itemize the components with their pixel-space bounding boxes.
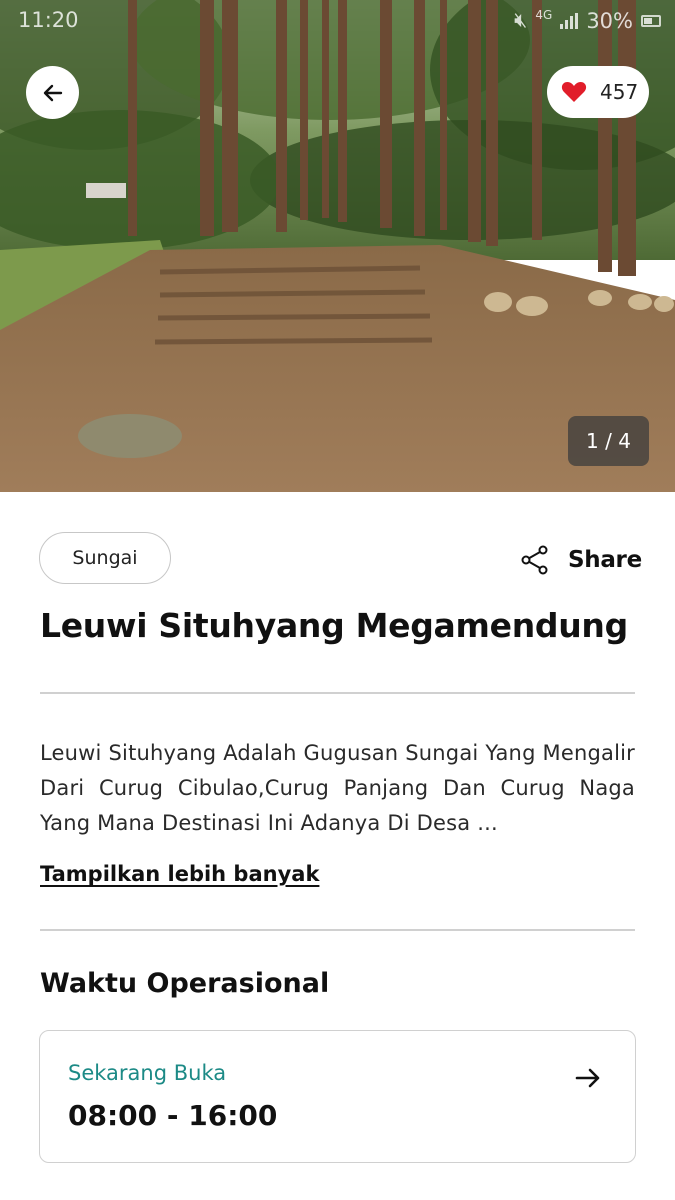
operational-hours-card[interactable]: Sekarang Buka 08:00 - 16:00 <box>39 1030 636 1163</box>
share-button[interactable]: Share <box>520 538 642 582</box>
battery-icon <box>641 14 661 27</box>
share-label: Share <box>568 547 642 573</box>
like-button[interactable]: 457 <box>547 66 649 118</box>
opening-hours: 08:00 - 16:00 <box>68 1099 278 1132</box>
photo-counter: 1 / 4 <box>568 416 649 466</box>
arrow-right-icon <box>571 1061 605 1095</box>
heart-icon <box>561 82 587 102</box>
status-bar: 11:20 🔇︎ 4G 30% <box>0 0 675 40</box>
place-title: Leuwi Situhyang Megamendung <box>40 606 628 645</box>
back-button[interactable] <box>26 66 79 119</box>
signal-icon <box>560 12 579 29</box>
place-description: Leuwi Situhyang Adalah Gugusan Sungai Ya… <box>40 741 635 835</box>
category-chip[interactable]: Sungai <box>39 532 171 584</box>
arrow-left-icon <box>43 84 62 101</box>
divider <box>40 929 635 931</box>
status-indicators: 🔇︎ 4G 30% <box>514 8 661 33</box>
network-type: 4G <box>535 7 553 22</box>
battery-percent: 30% <box>586 8 633 33</box>
operational-hours-heading: Waktu Operasional <box>40 968 330 999</box>
show-more-link[interactable]: Tampilkan lebih banyak <box>40 862 319 886</box>
mute-icon: 🔇︎ <box>514 8 528 32</box>
status-time: 11:20 <box>18 8 79 32</box>
hero-photo-carousel[interactable]: 11:20 🔇︎ 4G 30% 457 1 / 4 <box>0 0 675 492</box>
divider <box>40 692 635 694</box>
open-status: Sekarang Buka <box>68 1061 227 1085</box>
share-icon <box>521 545 548 575</box>
like-count: 457 <box>600 80 639 104</box>
